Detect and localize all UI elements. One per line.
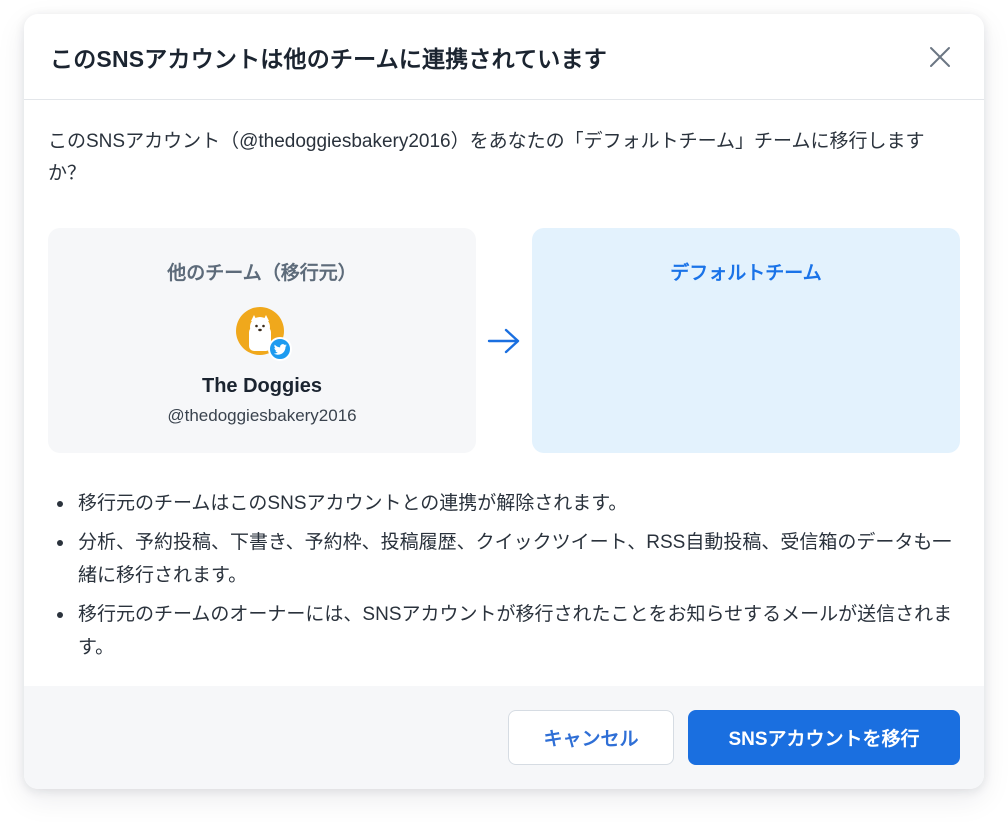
dialog-footer: キャンセル SNSアカウントを移行 — [24, 686, 984, 789]
dialog-body: このSNSアカウント（@thedoggiesbakery2016）をあなたの「デ… — [24, 100, 984, 664]
source-team-title: 他のチーム（移行元） — [167, 263, 357, 284]
migration-question: このSNSアカウント（@thedoggiesbakery2016）をあなたの「デ… — [48, 131, 925, 184]
cancel-button[interactable]: キャンセル — [508, 710, 674, 765]
migrate-account-button[interactable]: SNSアカウントを移行 — [688, 710, 960, 765]
source-team-card: 他のチーム（移行元） The Doggies @thedoggiesbakery… — [48, 228, 476, 453]
twitter-icon — [273, 343, 287, 355]
destination-team-title: デフォルトチーム — [670, 263, 822, 284]
list-item: 分析、予約投稿、下書き、予約枠、投稿履歴、クイックツイート、RSS自動投稿、受信… — [57, 526, 960, 592]
dialog-title: このSNSアカウントは他のチームに連携されています — [50, 45, 607, 72]
close-button[interactable] — [922, 39, 958, 75]
close-icon — [930, 46, 950, 67]
migrate-account-dialog: このSNSアカウントは他のチームに連携されています このSNSアカウント（@th… — [24, 14, 984, 789]
dialog-header: このSNSアカウントは他のチームに連携されています — [24, 14, 984, 100]
list-item: 移行元のチームはこのSNSアカウントとの連携が解除されます。 — [57, 487, 960, 520]
list-item: 移行元のチームのオーナーには、SNSアカウントが移行されたことをお知らせするメー… — [57, 598, 960, 664]
transfer-arrow — [476, 228, 532, 453]
migration-notes: 移行元のチームはこのSNSアカウントとの連携が解除されます。 分析、予約投稿、下… — [48, 487, 960, 664]
destination-team-card: デフォルトチーム — [532, 228, 960, 453]
transfer-diagram: 他のチーム（移行元） The Doggies @thedoggiesbakery… — [48, 228, 960, 453]
twitter-badge — [268, 337, 292, 361]
account-name: The Doggies — [201, 375, 322, 397]
arrow-right-icon — [487, 328, 520, 353]
account-avatar-wrap — [236, 307, 292, 361]
account-handle: @thedoggiesbakery2016 — [167, 406, 357, 425]
